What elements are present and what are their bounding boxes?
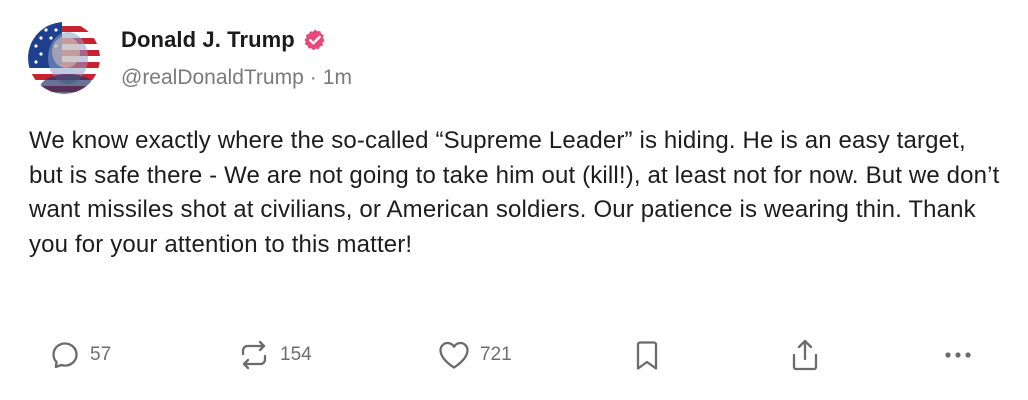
bookmark-button[interactable] (632, 330, 662, 380)
author-name-row: Donald J. Trump (121, 26, 327, 54)
action-bar: 57 154 721 (0, 330, 1028, 380)
repost-button[interactable]: 154 (236, 330, 312, 380)
repost-icon (236, 338, 272, 372)
post-card: Donald J. Trump @realDonaldTrump · 1m We k… (0, 0, 1028, 400)
post-timestamp[interactable]: 1m (323, 66, 352, 89)
repost-count: 154 (280, 344, 312, 365)
verified-badge-icon (303, 28, 327, 52)
more-icon (940, 338, 976, 372)
reply-count: 57 (90, 344, 112, 365)
heart-icon (436, 338, 472, 372)
avatar-image (28, 22, 100, 94)
share-icon (788, 337, 822, 373)
avatar[interactable] (28, 22, 100, 94)
author-handle-row: @realDonaldTrump · 1m (121, 66, 352, 90)
more-options-button[interactable] (940, 330, 976, 380)
author-display-name[interactable]: Donald J. Trump (121, 27, 295, 53)
meta-separator: · (309, 66, 317, 89)
like-button[interactable]: 721 (436, 330, 512, 380)
bookmark-icon (632, 338, 662, 372)
share-button[interactable] (788, 330, 822, 380)
like-count: 721 (480, 344, 512, 365)
post-body-text: We know exactly where the so-called “Sup… (29, 127, 1000, 258)
reply-icon (48, 338, 82, 372)
reply-button[interactable]: 57 (48, 330, 111, 380)
author-handle[interactable]: @realDonaldTrump (121, 66, 304, 89)
